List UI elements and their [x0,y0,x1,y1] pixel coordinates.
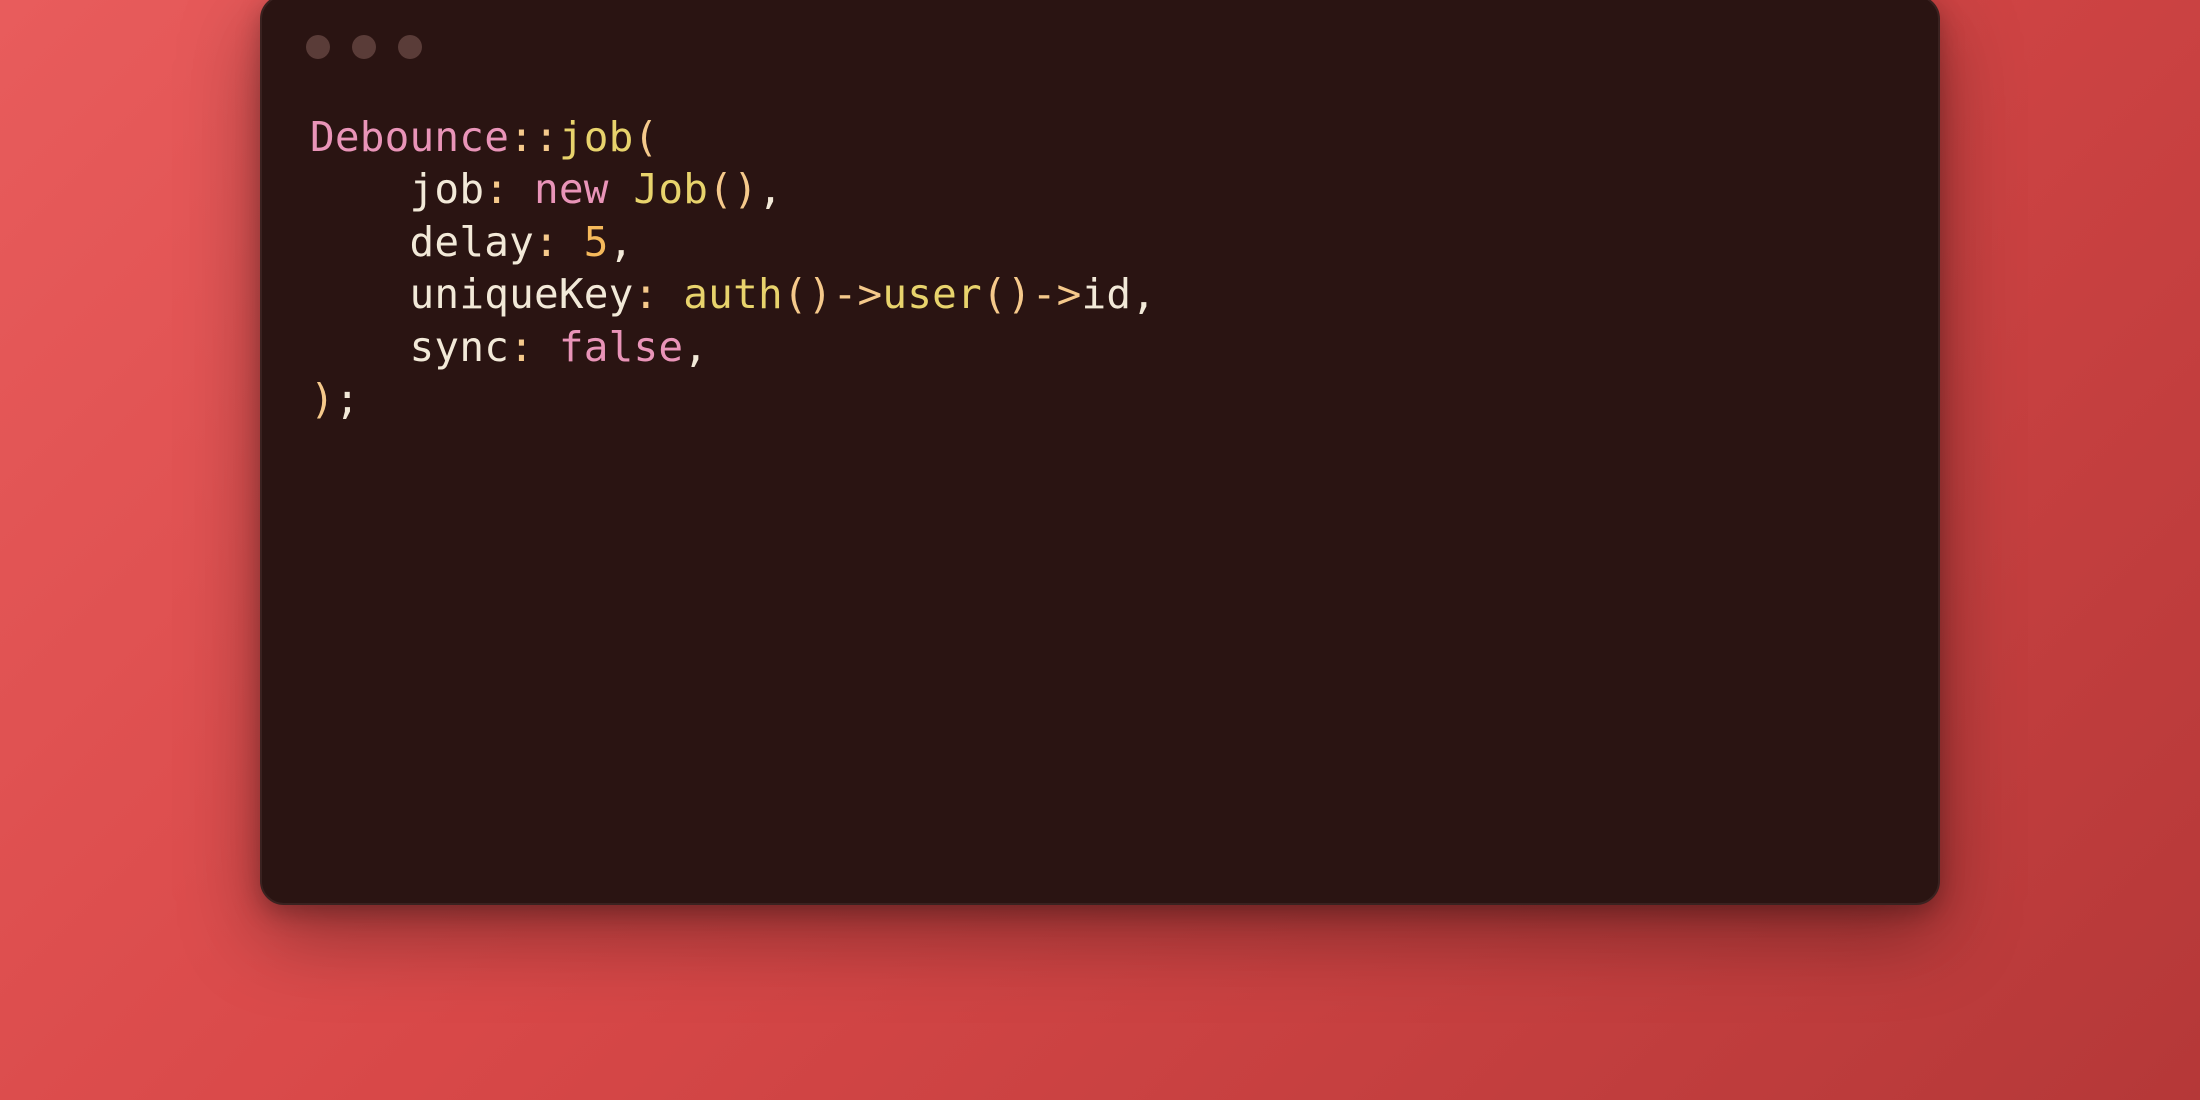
token-colon: : [534,218,559,266]
window-titlebar [262,0,1938,97]
token-comma: , [758,165,783,213]
indent [310,323,410,371]
token-colon: : [484,165,509,213]
space [509,165,534,213]
token-number: 5 [584,218,609,266]
code-line-6: ); [310,375,360,423]
token-scope: :: [509,113,559,161]
token-comma: , [683,323,708,371]
space [534,323,559,371]
token-parens: () [708,165,758,213]
indent [310,270,410,318]
token-comma: , [1131,270,1156,318]
token-keyword-false: false [559,323,683,371]
token-param: delay [410,218,534,266]
token-type: Job [634,165,709,213]
token-func-user: user [882,270,982,318]
token-colon: : [634,270,659,318]
token-param: sync [410,323,510,371]
token-semicolon: ; [335,375,360,423]
token-method: job [559,113,634,161]
code-line-3: delay: 5, [310,218,634,266]
token-parens: () [982,270,1032,318]
token-parens: () [783,270,833,318]
token-arrow: -> [1032,270,1082,318]
token-param: uniqueKey [410,270,634,318]
space [658,270,683,318]
traffic-light-close-icon[interactable] [306,35,330,59]
code-window: Debounce::job( job: new Job(), delay: 5,… [260,0,1940,905]
code-line-4: uniqueKey: auth()->user()->id, [310,270,1156,318]
token-class: Debounce [310,113,509,161]
token-keyword-new: new [534,165,609,213]
token-paren-close: ) [310,375,335,423]
token-paren-open: ( [634,113,659,161]
token-colon: : [509,323,534,371]
space [559,218,584,266]
code-line-5: sync: false, [310,323,708,371]
code-line-1: Debounce::job( [310,113,658,161]
traffic-light-zoom-icon[interactable] [398,35,422,59]
token-arrow: -> [833,270,883,318]
token-param: job [410,165,485,213]
space [609,165,634,213]
traffic-light-minimize-icon[interactable] [352,35,376,59]
indent [310,218,410,266]
code-line-2: job: new Job(), [310,165,783,213]
code-block: Debounce::job( job: new Job(), delay: 5,… [262,97,1938,466]
indent [310,165,410,213]
token-property: id [1082,270,1132,318]
token-func-auth: auth [683,270,783,318]
token-comma: , [609,218,634,266]
